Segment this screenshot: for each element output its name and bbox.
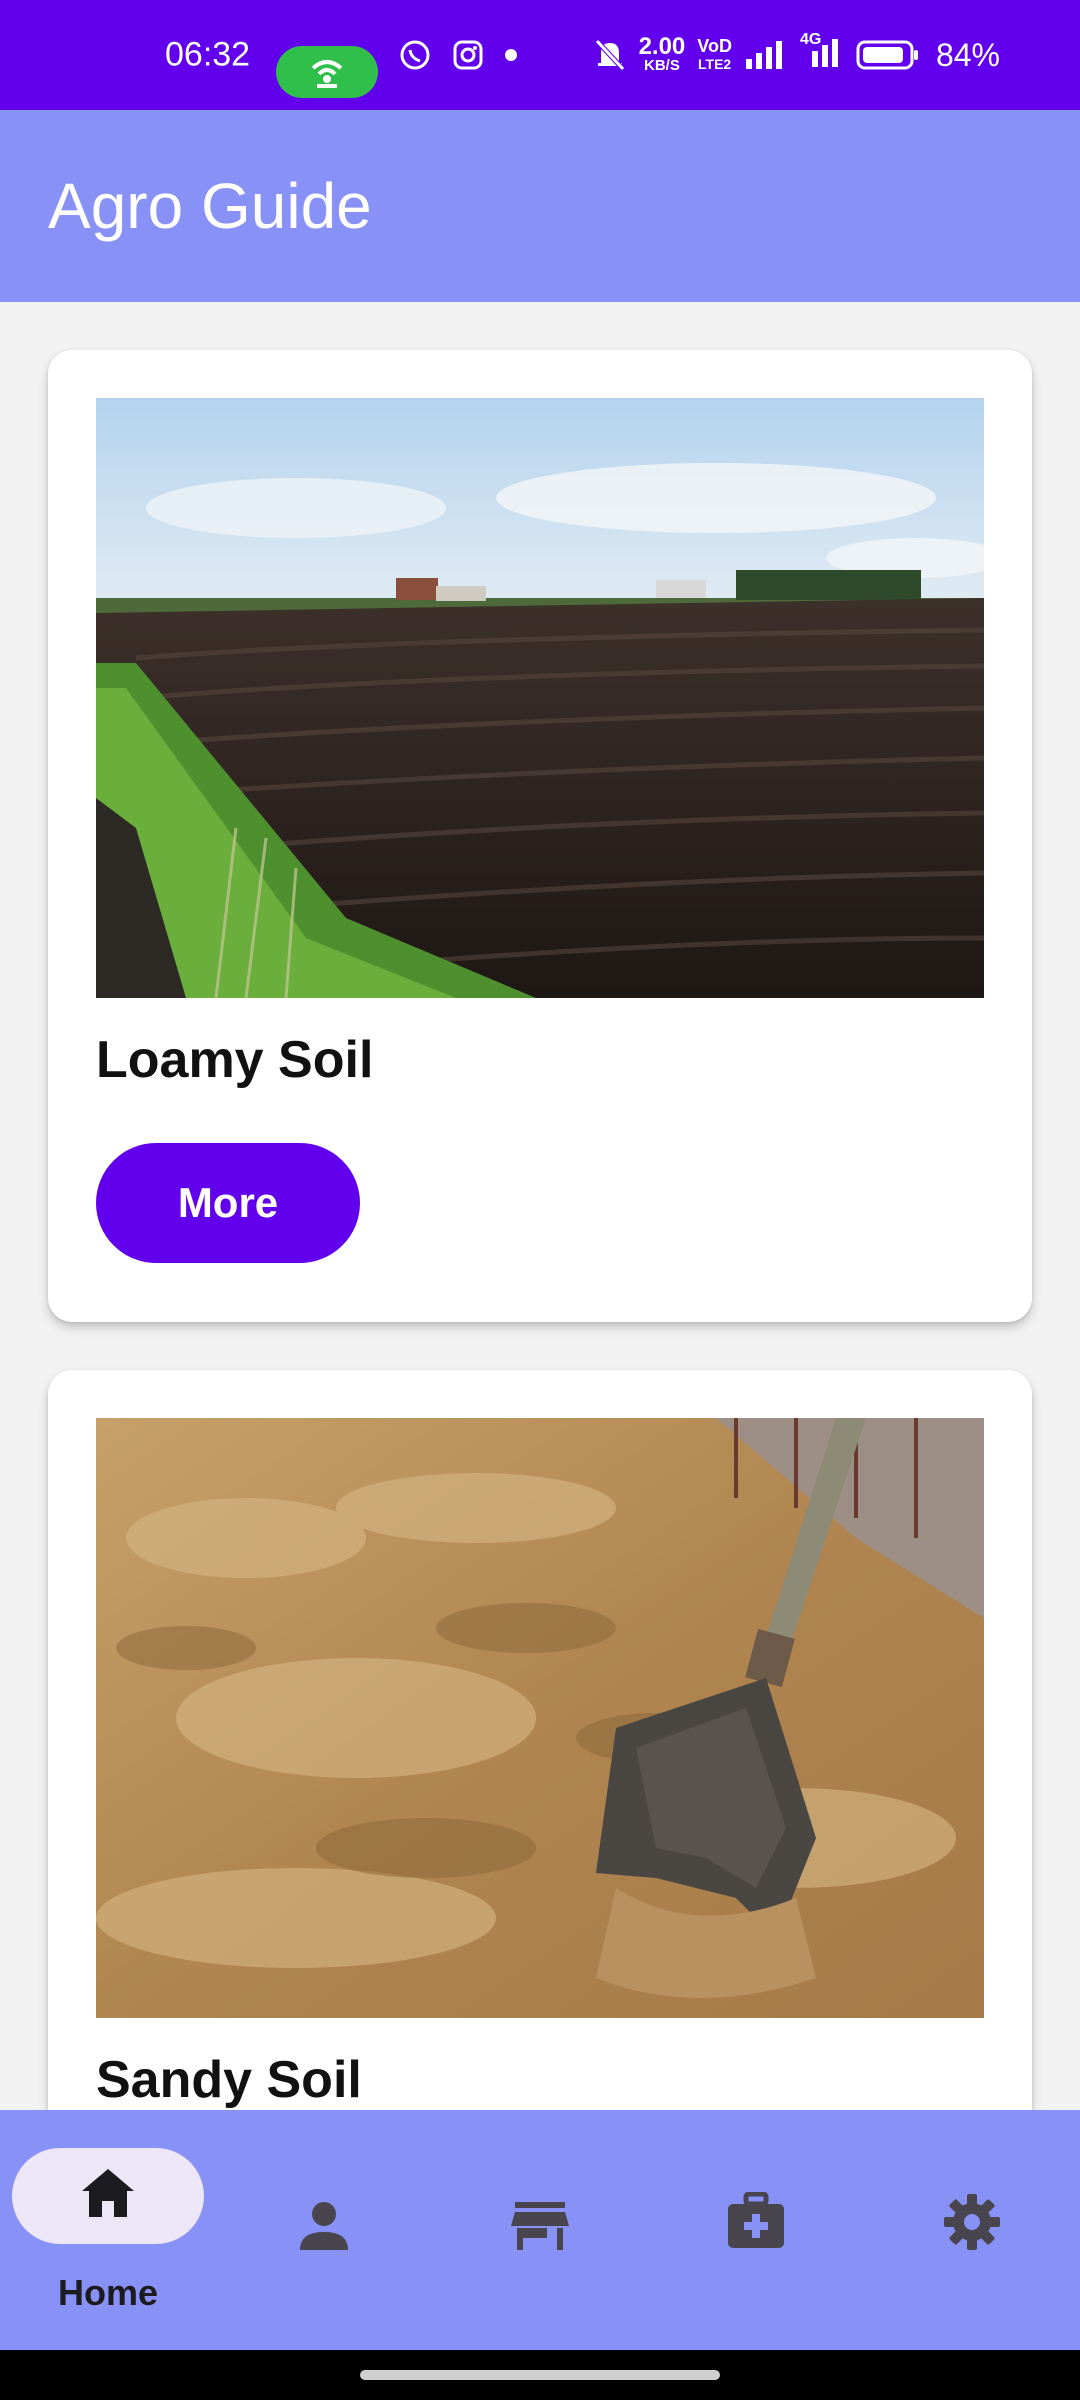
hotspot-indicator	[276, 46, 378, 98]
person-icon	[300, 2202, 348, 2250]
soil-card-sandy[interactable]: Sandy Soil	[48, 1370, 1032, 2110]
status-bar: 06:32 2.00 KB/S VoD LTE2 4G 84%	[0, 0, 1080, 110]
volte-indicator: VoD LTE2	[697, 37, 732, 73]
instagram-icon	[453, 40, 483, 70]
gear-icon	[944, 2194, 1000, 2250]
more-button[interactable]: More	[96, 1143, 360, 1263]
sand-shovel-image	[96, 1418, 984, 2018]
soil-card-loamy[interactable]: Loamy Soil More	[48, 350, 1032, 1322]
nav-item-profile[interactable]	[216, 2110, 432, 2350]
status-right: 2.00 KB/S VoD LTE2 4G 84%	[593, 31, 1000, 74]
notification-icons	[398, 38, 518, 72]
battery-icon	[856, 40, 918, 70]
card-title: Sandy Soil	[96, 2051, 362, 2109]
mute-icon	[594, 39, 625, 71]
network-speed-value: 2.00	[638, 33, 686, 60]
hotspot-icon	[311, 60, 343, 88]
app-bar: Agro Guide	[0, 110, 1080, 302]
nav-item-home[interactable]: Home	[0, 2110, 216, 2350]
whatsapp-icon	[400, 40, 430, 70]
status-time: 06:32	[165, 35, 251, 74]
soil-list[interactable]: Loamy Soil More Sandy Soil	[0, 302, 1080, 2110]
network-speed-unit: KB/S	[644, 57, 680, 74]
dot-icon	[505, 49, 517, 61]
nav-item-settings[interactable]	[864, 2110, 1080, 2350]
bottom-navigation: Home	[0, 2110, 1080, 2350]
nav-item-medical[interactable]	[648, 2110, 864, 2350]
system-nav-bar	[0, 2350, 1080, 2400]
signal-4g: 4G	[800, 31, 844, 74]
nav-item-store[interactable]	[432, 2110, 648, 2350]
plowed-field-image	[96, 398, 984, 998]
home-icon	[82, 2169, 134, 2217]
store-icon	[511, 2202, 569, 2250]
home-gesture-bar[interactable]	[360, 2370, 720, 2380]
battery-percent: 84%	[935, 36, 1000, 73]
net-type-label: 4G	[799, 30, 822, 48]
medical-kit-icon	[728, 2192, 784, 2248]
app-title: Agro Guide	[48, 170, 372, 242]
network-speed: 2.00 KB/S	[638, 33, 686, 74]
card-title: Loamy Soil	[96, 1031, 374, 1089]
signal-icon	[745, 41, 782, 69]
nav-label-home: Home	[57, 2272, 159, 2313]
vo-label: VoD	[697, 36, 732, 56]
lte-label: LTE2	[698, 56, 732, 72]
